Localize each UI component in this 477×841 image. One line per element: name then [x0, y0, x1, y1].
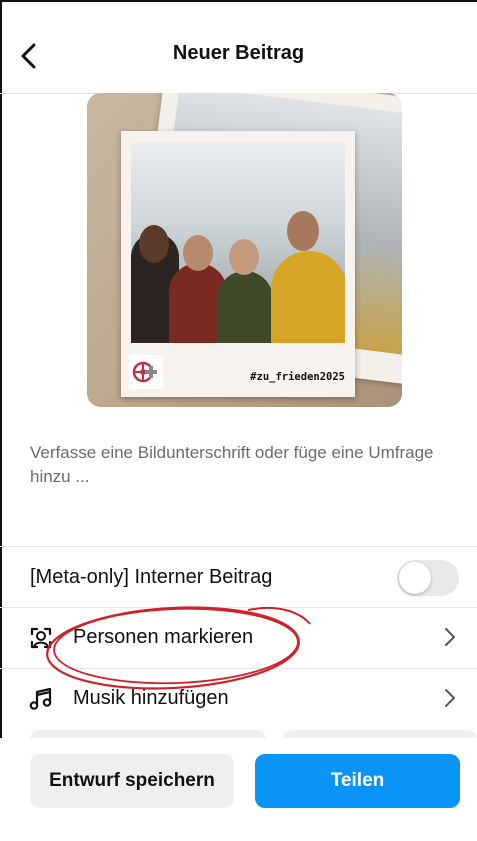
- top-border: [0, 0, 477, 2]
- front-polaroid: #zu_frieden2025: [121, 131, 355, 397]
- hashtag-text: #zu_frieden2025: [250, 371, 345, 383]
- group-photo: [131, 143, 345, 343]
- internal-post-toggle[interactable]: [397, 560, 459, 596]
- caption-input[interactable]: Verfasse eine Bildunterschrift oder füge…: [30, 441, 450, 489]
- divider: [0, 546, 477, 547]
- post-image-preview[interactable]: #zu_frieden2025: [87, 93, 402, 407]
- wheel-cross-logo: [129, 355, 163, 389]
- tag-people-row[interactable]: Personen markieren: [0, 608, 477, 668]
- music-note-icon: [29, 687, 52, 710]
- add-music-row[interactable]: Musik hinzufügen: [0, 669, 477, 729]
- screen: Neuer Beitrag #zu_frieden2025 Verfasse e…: [0, 0, 477, 841]
- tag-people-label: Personen markieren: [73, 626, 254, 648]
- page-title: Neuer Beitrag: [172, 42, 305, 64]
- toggle-knob: [399, 562, 431, 594]
- person-tag-icon: [30, 627, 52, 649]
- save-draft-button[interactable]: Entwurf speichern: [30, 754, 234, 808]
- chevron-right-icon: [445, 689, 455, 707]
- internal-post-row: [Meta-only] Interner Beitrag: [0, 548, 477, 608]
- add-music-label: Musik hinzufügen: [73, 687, 229, 709]
- share-button[interactable]: Teilen: [255, 754, 460, 808]
- internal-post-label: [Meta-only] Interner Beitrag: [30, 566, 273, 588]
- header: Neuer Beitrag: [0, 28, 477, 84]
- chevron-right-icon: [445, 628, 455, 646]
